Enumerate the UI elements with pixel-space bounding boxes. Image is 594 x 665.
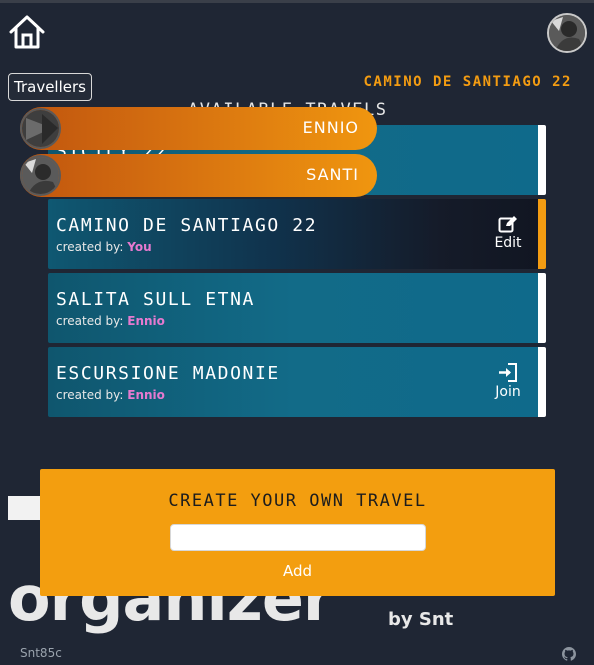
- traveller-avatar: [20, 155, 61, 196]
- created-by-label: created by:: [56, 240, 124, 254]
- home-icon: [9, 15, 45, 49]
- creator-name: Ennio: [127, 314, 165, 328]
- logo-fragment: [8, 496, 44, 520]
- join-label: Join: [495, 384, 521, 400]
- edit-label: Edit: [494, 235, 522, 251]
- travellers-button[interactable]: Travellers: [8, 73, 92, 101]
- add-button[interactable]: Add: [40, 562, 555, 580]
- traveller-avatar: [20, 108, 61, 149]
- github-icon[interactable]: [562, 646, 576, 661]
- traveller-name: SANTI: [306, 165, 359, 184]
- join-icon: [499, 363, 517, 382]
- travel-name: ESCURSIONE MADONIE: [56, 363, 280, 384]
- edit-icon: [498, 216, 517, 233]
- traveller-item-santi[interactable]: SANTI: [20, 154, 377, 197]
- edit-button[interactable]: Edit: [486, 215, 530, 251]
- travel-creator: created by: Ennio: [56, 388, 165, 402]
- home-button[interactable]: [8, 14, 48, 50]
- logo-by-text: by Snt: [388, 609, 454, 630]
- travel-card-camino[interactable]: CAMINO DE SANTIAGO 22 created by: You Ed…: [48, 199, 546, 269]
- avatar-image: [549, 15, 585, 51]
- join-button[interactable]: Join: [486, 363, 530, 400]
- top-strip: [0, 0, 594, 3]
- travel-card-madonie[interactable]: ESCURSIONE MADONIE created by: Ennio Joi…: [48, 347, 546, 417]
- travel-name-input[interactable]: [170, 524, 426, 551]
- travel-creator: created by: Ennio: [56, 314, 165, 328]
- footer-hash: Snt85c: [20, 646, 62, 660]
- travel-card-etna[interactable]: SALITA SULL ETNA created by: Ennio: [48, 273, 546, 343]
- travel-name: SALITA SULL ETNA: [56, 289, 255, 310]
- created-by-label: created by:: [56, 314, 124, 328]
- travel-creator: created by: You: [56, 240, 152, 254]
- created-by-label: created by:: [56, 388, 124, 402]
- creator-name: Ennio: [127, 388, 165, 402]
- creator-name: You: [127, 240, 152, 254]
- current-travel-title: CAMINO DE SANTIAGO 22: [363, 74, 572, 90]
- traveller-name: ENNIO: [302, 118, 359, 137]
- travel-name: CAMINO DE SANTIAGO 22: [56, 215, 318, 236]
- user-avatar[interactable]: [547, 13, 587, 53]
- create-travel-title: CREATE YOUR OWN TRAVEL: [168, 491, 427, 511]
- create-travel-panel: CREATE YOUR OWN TRAVEL Add: [40, 469, 555, 596]
- traveller-item-ennio[interactable]: ENNIO: [20, 107, 377, 150]
